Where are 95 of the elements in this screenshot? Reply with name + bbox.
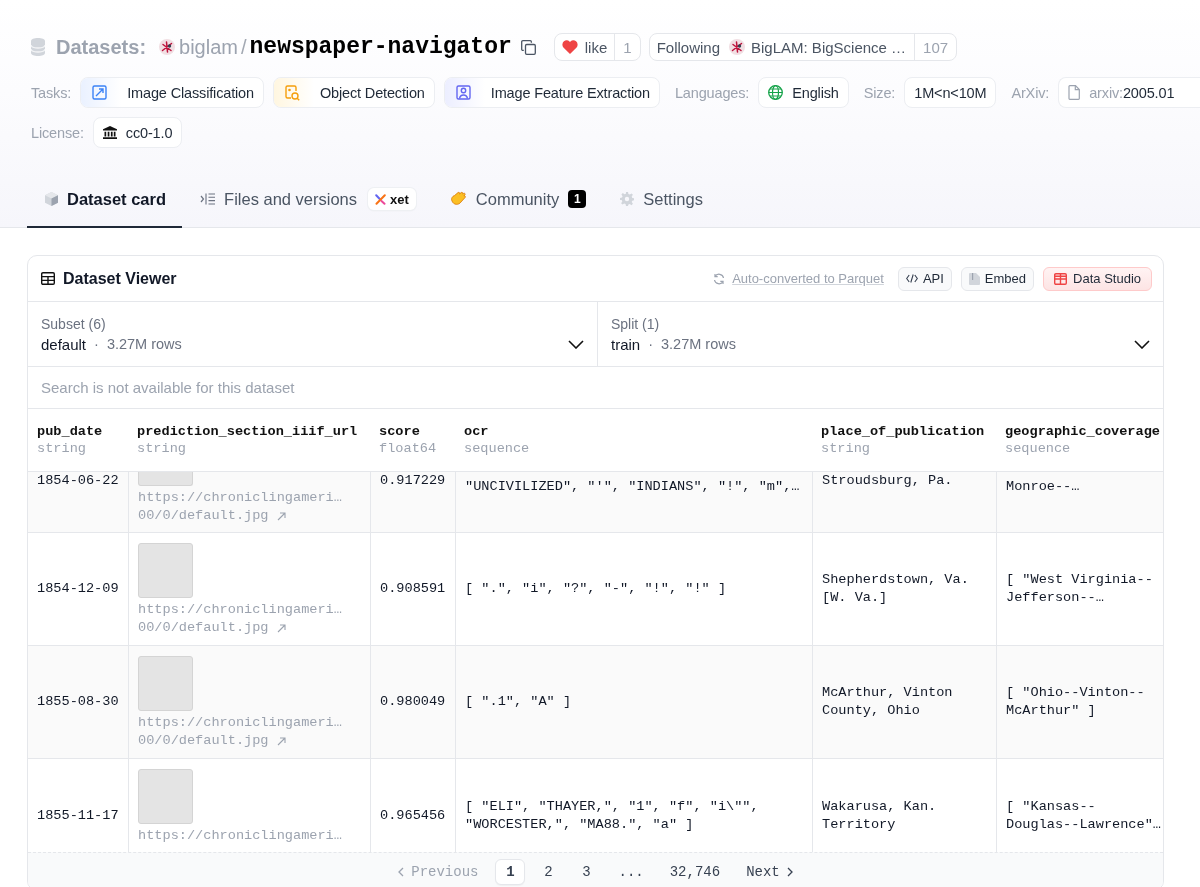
- date-cell-text: 1855-08-30: [36, 693, 120, 711]
- org-logo-icon: [159, 39, 176, 55]
- grid-icon: [1054, 272, 1068, 285]
- column-type: sequence: [1005, 441, 1072, 456]
- column-type: sequence: [464, 441, 531, 456]
- gear-icon: [620, 192, 635, 206]
- tab[interactable]: Community 1: [431, 172, 603, 228]
- toolbar-button[interactable]: Data Studio: [1043, 266, 1152, 291]
- page-button[interactable]: 32,746: [660, 858, 730, 885]
- column-type: string: [821, 441, 871, 456]
- license-chip[interactable]: cc0-1.0: [92, 117, 183, 148]
- page-button[interactable]: 1: [495, 858, 526, 885]
- table-icon: [41, 272, 55, 285]
- toolbar-button[interactable]: Embed: [960, 266, 1035, 291]
- date-cell-text: 1854-12-09: [36, 580, 120, 598]
- coverage-cell: [ "West Virginia-- Jefferson--…: [996, 533, 1163, 645]
- coverage-cell: Monroe--…: [996, 472, 1163, 532]
- score-cell: 0.917229: [370, 472, 455, 532]
- tag-label: Languages:: [674, 84, 750, 101]
- column-type: string: [37, 441, 87, 456]
- ocr-cell: [ ".", "i", "?", "-", "!", "!" ]: [455, 533, 812, 645]
- photo-placeholder: [138, 543, 193, 598]
- tag-label: License:: [31, 124, 84, 141]
- column-name[interactable]: score: [379, 424, 446, 439]
- copy-icon: [520, 39, 536, 55]
- place-cell: Stroudsburg, Pa.: [812, 472, 996, 532]
- photo-placeholder: [138, 769, 193, 824]
- task-chip[interactable]: Image Classification: [80, 77, 264, 108]
- photo-placeholder: [138, 656, 193, 711]
- tag-label: Size:: [863, 84, 896, 101]
- document-icon: [968, 272, 980, 285]
- task-chip[interactable]: Object Detection: [272, 77, 435, 108]
- bank-icon: [102, 126, 117, 139]
- xet-logo-icon: [375, 193, 387, 205]
- ocr-cell: [ ".1", "A" ]: [455, 646, 812, 758]
- dataset-name: newspaper-navigator: [249, 34, 512, 60]
- external-link-icon: [276, 623, 286, 633]
- size-chip[interactable]: 1M<n<10M: [904, 77, 997, 108]
- hand-icon: [449, 191, 467, 207]
- column-name[interactable]: geographic_coverage: [1005, 424, 1160, 439]
- document-icon: [1068, 85, 1081, 100]
- subset-dropdown[interactable]: default · 3.27M rows: [41, 335, 584, 353]
- task-chip[interactable]: Image Feature Extraction: [443, 77, 660, 108]
- column-name[interactable]: ocr: [464, 424, 803, 439]
- chevron-right-icon: [786, 866, 793, 877]
- path-separator: /: [240, 35, 247, 59]
- tag-label: ArXiv:: [1011, 84, 1050, 101]
- chevron-down-icon: [1134, 339, 1150, 349]
- place-cell: Shepherdstown, Va. [W. Va.]: [812, 533, 996, 645]
- code-icon: [905, 274, 918, 283]
- column-name[interactable]: prediction_section_iiif_url: [137, 424, 361, 439]
- globe-icon: [768, 85, 784, 100]
- date-cell-text: 1854-06-22: [36, 472, 120, 490]
- like-button[interactable]: like: [554, 34, 615, 60]
- score-cell: 0.980049: [370, 646, 455, 758]
- score-cell: 0.908591: [370, 533, 455, 645]
- toolbar-button[interactable]: API: [897, 266, 952, 291]
- database-icon: [31, 38, 45, 56]
- external-link-icon: [276, 511, 286, 521]
- xet-label: xet: [390, 191, 409, 207]
- column-name[interactable]: place_of_publication: [821, 424, 987, 439]
- column-type: string: [137, 441, 187, 456]
- coverage-cell: [ "Ohio--Vinton-- McArthur" ]: [996, 646, 1163, 758]
- page-button[interactable]: ...: [609, 858, 653, 885]
- page-button[interactable]: 2: [533, 858, 564, 885]
- refresh-icon: [713, 272, 726, 285]
- date-cell-text: 1855-11-17: [36, 806, 120, 825]
- tab[interactable]: Dataset card: [27, 172, 183, 228]
- viewer-title: Dataset Viewer: [63, 269, 177, 288]
- org-link[interactable]: BigLAM: BigScience …: [727, 34, 915, 60]
- language-chip[interactable]: English: [758, 77, 849, 108]
- count-badge: 1: [568, 190, 587, 208]
- arxiv-chip[interactable]: arxiv:2005.01: [1058, 77, 1200, 108]
- subset-label: Subset (6): [41, 315, 106, 332]
- tab[interactable]: Settings: [602, 172, 719, 228]
- split-label: Split (1): [611, 315, 660, 332]
- external-link-icon: [276, 736, 286, 746]
- chevron-left-icon: [398, 866, 405, 877]
- place-cell: McArthur, Vinton County, Ohio: [812, 646, 996, 758]
- split-dropdown[interactable]: train · 3.27M rows: [611, 335, 1150, 353]
- column-name[interactable]: pub_date: [37, 424, 119, 439]
- section-label: Datasets:: [56, 35, 147, 59]
- page-button[interactable]: 3: [571, 858, 602, 885]
- column-type: float64: [379, 441, 438, 456]
- ocr-cell: "UNCIVILIZED", "'", "INDIANS", "!", "m",…: [455, 472, 812, 532]
- copy-button[interactable]: [520, 39, 536, 55]
- file-list-icon: [200, 193, 216, 205]
- cube-icon: [45, 192, 58, 206]
- org-logo-icon: [729, 39, 745, 55]
- tag-label: Tasks:: [31, 84, 72, 101]
- tab[interactable]: Files and versions xet: [182, 172, 432, 228]
- follow-button[interactable]: Following: [649, 34, 727, 60]
- heart-icon: [561, 40, 578, 54]
- chevron-down-icon: [568, 339, 584, 349]
- next-button[interactable]: Next: [737, 858, 802, 885]
